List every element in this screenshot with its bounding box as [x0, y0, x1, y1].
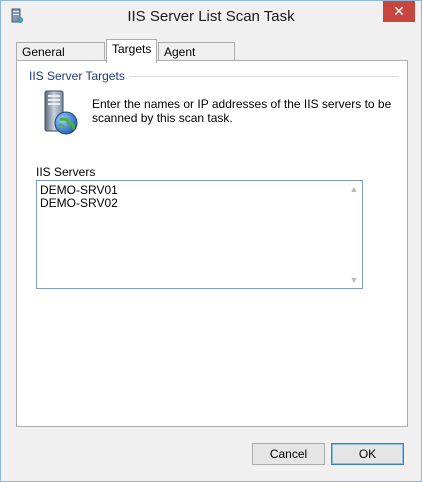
scroll-down-icon[interactable]: ▼ [347, 273, 361, 287]
iis-servers-label: IIS Servers [36, 165, 96, 179]
title-bar[interactable]: IIS Server List Scan Task ✕ [1, 1, 421, 31]
scroll-up-icon[interactable]: ▲ [347, 182, 361, 196]
tab-targets[interactable]: Targets [106, 39, 157, 63]
vertical-scrollbar[interactable]: ▲ ▼ [347, 182, 361, 287]
server-entry: DEMO-SRV02 [40, 196, 118, 210]
targets-description: Enter the names or IP addresses of the I… [92, 97, 392, 125]
close-button[interactable]: ✕ [383, 1, 415, 22]
tab-general-settings[interactable]: General Settings [16, 42, 105, 77]
window-title: IIS Server List Scan Task [127, 8, 295, 25]
ok-button[interactable]: OK [331, 443, 404, 465]
targets-panel: IIS Server Targets Enter the names or IP… [16, 60, 408, 427]
dialog-window: IIS Server List Scan Task ✕ General Sett… [0, 0, 422, 482]
group-title: IIS Server Targets [29, 69, 129, 83]
tab-agent-settings[interactable]: Agent Settings [158, 42, 235, 77]
server-globe-icon [44, 90, 78, 135]
cancel-button[interactable]: Cancel [252, 443, 325, 465]
close-icon: ✕ [393, 3, 405, 19]
iis-servers-textarea[interactable]: DEMO-SRV01 DEMO-SRV02 ▲ ▼ [36, 180, 363, 289]
tab-strip: General Settings Targets Agent Settings [16, 39, 416, 77]
